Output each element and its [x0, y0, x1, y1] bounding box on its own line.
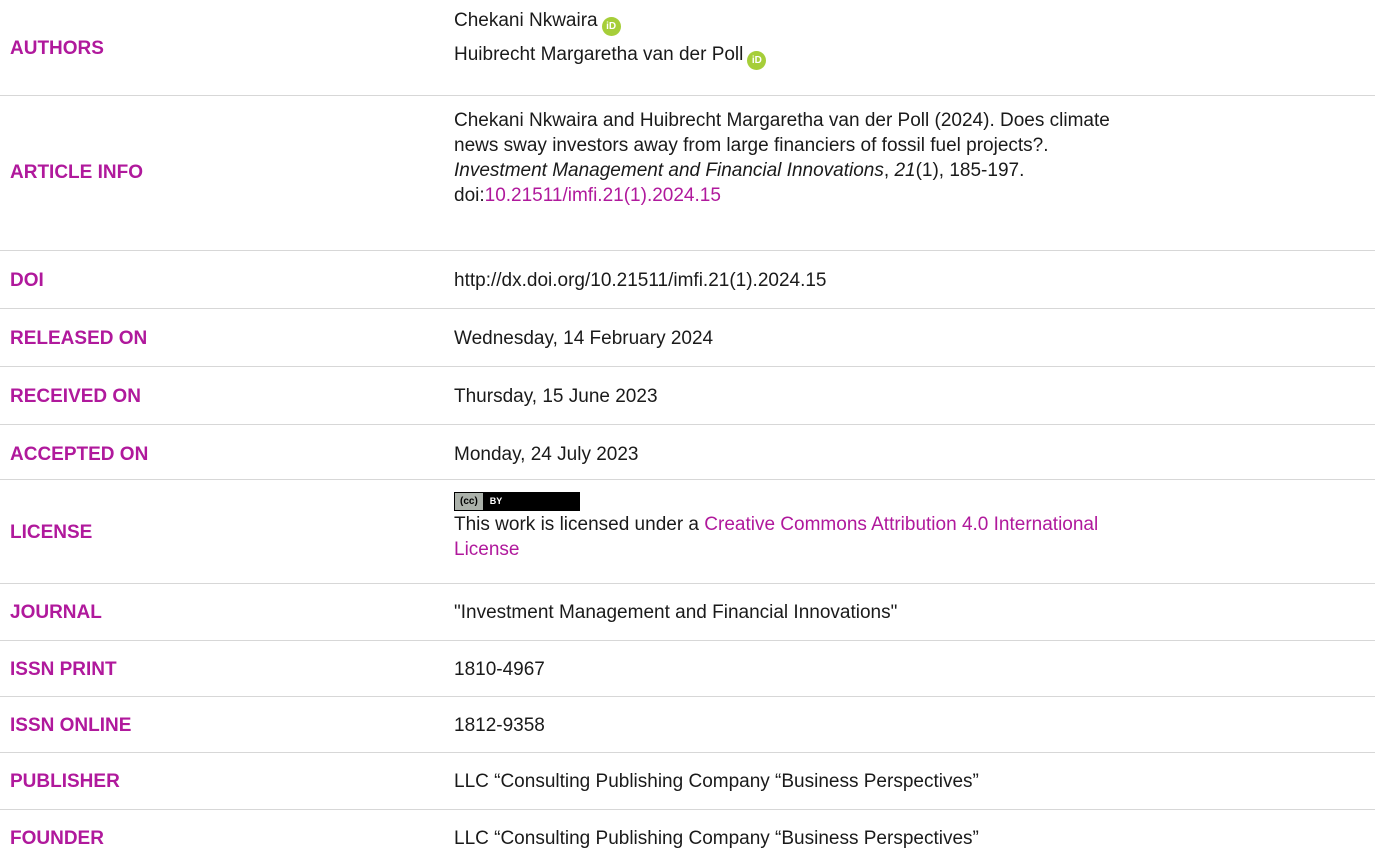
authors-list: Chekani Nkwaira iD Huibrecht Margaretha v… — [454, 8, 1354, 70]
license-value: (cc) BY This work is licensed under a Cr… — [454, 486, 1354, 562]
founder-value: LLC “Consulting Publishing Company “Busi… — [454, 828, 979, 849]
row-received-on: RECEIVED ON Thursday, 15 June 2023 — [0, 367, 1375, 425]
row-license: LICENSE (cc) BY This work is licensed un… — [0, 480, 1375, 584]
license-prefix: This work is licensed under a — [454, 514, 705, 535]
row-released-on: RELEASED ON Wednesday, 14 February 2024 — [0, 309, 1375, 367]
label-journal: JOURNAL — [10, 602, 102, 623]
row-article-info: ARTICLE INFO Chekani Nkwaira and Huibrec… — [0, 96, 1375, 251]
label-received-on: RECEIVED ON — [10, 386, 141, 407]
cc-by-badge-wrapper: (cc) BY — [454, 486, 1354, 512]
row-authors: AUTHORS Chekani Nkwaira iD Huibrecht Marg… — [0, 0, 1375, 96]
citation-separator: , — [883, 160, 895, 181]
row-issn-online: ISSN ONLINE 1812-9358 — [0, 697, 1375, 753]
author-name[interactable]: Chekani Nkwaira — [454, 10, 598, 31]
label-accepted-on: ACCEPTED ON — [10, 444, 149, 465]
row-issn-print: ISSN PRINT 1810-4967 — [0, 641, 1375, 697]
orcid-icon[interactable]: iD — [747, 51, 767, 70]
released-on-value: Wednesday, 14 February 2024 — [454, 328, 714, 349]
citation-journal: Investment Management and Financial Inno… — [454, 160, 884, 181]
label-authors: AUTHORS — [10, 38, 104, 59]
license-text-cont: License — [454, 537, 1354, 562]
issn-print-value: 1810-4967 — [454, 659, 545, 680]
row-accepted-on: ACCEPTED ON Monday, 24 July 2023 — [0, 425, 1375, 480]
author-item: Huibrecht Margaretha van der Poll iD — [454, 42, 1354, 70]
citation-line: Chekani Nkwaira and Huibrecht Margaretha… — [454, 110, 1110, 131]
row-publisher: PUBLISHER LLC “Consulting Publishing Com… — [0, 753, 1375, 810]
doi-value[interactable]: http://dx.doi.org/10.21511/imfi.21(1).20… — [454, 268, 1354, 293]
by-icon: BY — [489, 496, 503, 506]
cc-by-badge[interactable]: (cc) BY — [454, 492, 580, 511]
citation-volume: 21 — [894, 160, 916, 181]
label-issn-online: ISSN ONLINE — [10, 715, 132, 736]
label-license: LICENSE — [10, 522, 93, 543]
row-founder: FOUNDER LLC “Consulting Publishing Compa… — [0, 810, 1375, 866]
label-article-info: ARTICLE INFO — [10, 162, 143, 183]
cc-icon: (cc) — [455, 493, 484, 510]
license-text: This work is licensed under a Creative C… — [454, 512, 1354, 537]
label-founder: FOUNDER — [10, 828, 104, 849]
accepted-on-value: Monday, 24 July 2023 — [454, 444, 639, 465]
journal-value: "Investment Management and Financial Inn… — [454, 602, 898, 623]
received-on-value: Thursday, 15 June 2023 — [454, 386, 658, 407]
issn-online-value: 1812-9358 — [454, 715, 545, 736]
label-released-on: RELEASED ON — [10, 328, 148, 349]
author-item: Chekani Nkwaira iD — [454, 8, 1354, 42]
label-issn-print: ISSN PRINT — [10, 659, 117, 680]
article-citation: Chekani Nkwaira and Huibrecht Margaretha… — [454, 108, 1354, 208]
publisher-value: LLC “Consulting Publishing Company “Busi… — [454, 771, 979, 792]
row-journal: JOURNAL "Investment Management and Finan… — [0, 584, 1375, 641]
label-publisher: PUBLISHER — [10, 771, 120, 792]
citation-line: news sway investors away from large fina… — [454, 135, 1049, 156]
citation-doi-link[interactable]: 10.21511/imfi.21(1).2024.15 — [485, 185, 721, 206]
citation-doi-prefix: doi: — [454, 185, 485, 206]
license-link[interactable]: Creative Commons Attribution 4.0 Interna… — [704, 514, 1098, 535]
row-doi: DOI http://dx.doi.org/10.21511/imfi.21(1… — [0, 251, 1375, 309]
citation-line: doi:10.21511/imfi.21(1).2024.15 — [454, 183, 1354, 208]
license-link-cont[interactable]: License — [454, 539, 520, 560]
citation-pages: (1), 185-197. — [915, 160, 1025, 181]
orcid-icon[interactable]: iD — [601, 17, 621, 36]
citation-line: Investment Management and Financial Inno… — [454, 158, 1354, 183]
author-name[interactable]: Huibrecht Margaretha van der Poll — [454, 44, 743, 65]
label-doi: DOI — [10, 270, 44, 291]
